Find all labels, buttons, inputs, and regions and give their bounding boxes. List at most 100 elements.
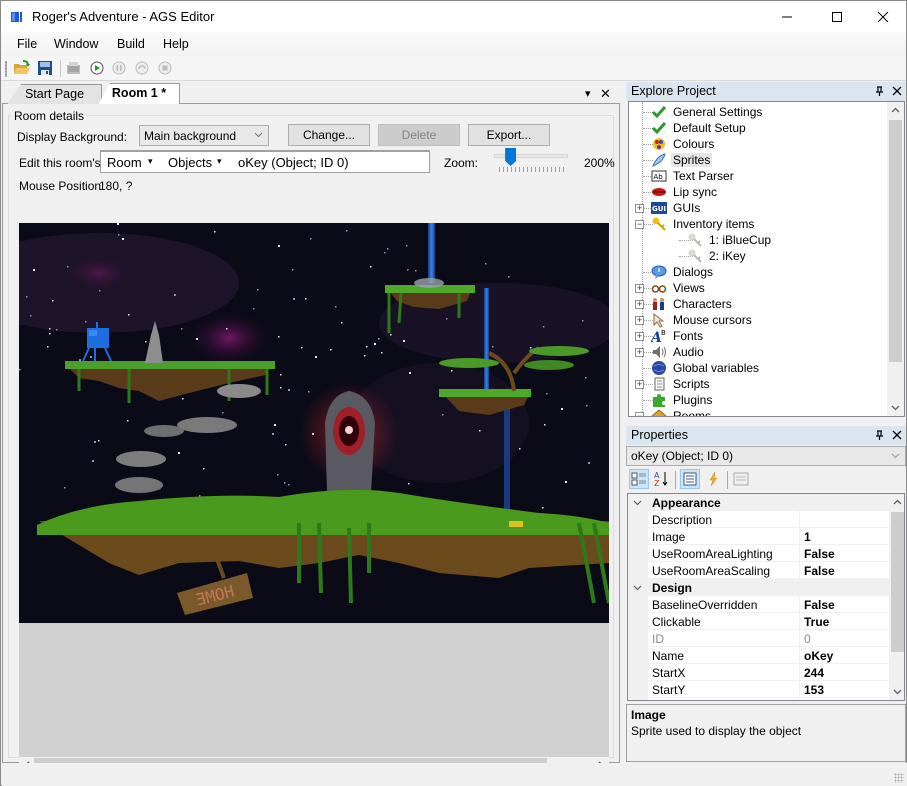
key-object-sprite[interactable] <box>509 521 523 527</box>
menu-build[interactable]: Build <box>117 37 145 51</box>
open-project-button[interactable] <box>12 59 32 77</box>
tree-item-lip-sync[interactable]: Lip sync <box>651 184 719 200</box>
property-row-startx[interactable]: StartX 244 <box>628 664 890 681</box>
zoom-slider-track[interactable] <box>494 154 568 158</box>
breadcrumb-objects[interactable]: Objects <box>168 155 212 170</box>
tree-item-default-setup[interactable]: Default Setup <box>651 120 748 136</box>
categorized-view-button[interactable] <box>629 469 649 489</box>
property-divider[interactable] <box>799 664 800 681</box>
property-value[interactable]: False <box>804 564 835 578</box>
property-value[interactable]: 244 <box>804 666 824 680</box>
expand-node-icon[interactable]: + <box>635 300 644 309</box>
tree-item-characters[interactable]: Characters <box>651 296 734 312</box>
tree-vertical-scrollbar[interactable] <box>887 102 904 416</box>
resize-grip[interactable] <box>894 773 904 783</box>
expand-node-icon[interactable]: + <box>635 348 644 357</box>
tree-item-2-ikey[interactable]: 2: iKey <box>687 248 748 264</box>
property-divider[interactable] <box>799 596 800 613</box>
minimize-button[interactable] <box>764 1 810 32</box>
object-selector-combo[interactable]: oKey (Object; ID 0) <box>626 446 906 466</box>
tree-item-rooms[interactable]: Rooms <box>651 408 713 416</box>
property-row-clickable[interactable]: Clickable True <box>628 613 890 630</box>
property-divider[interactable] <box>799 647 800 664</box>
property-value[interactable]: False <box>804 598 835 612</box>
tab-start-page[interactable]: Start Page <box>7 84 102 104</box>
property-row-name[interactable]: Name oKey <box>628 647 890 664</box>
breadcrumb-objects-dropdown-icon[interactable]: ▾ <box>217 156 222 167</box>
close-panel-icon[interactable] <box>892 86 902 96</box>
property-category-appearance[interactable]: Appearance <box>628 494 890 511</box>
room-canvas[interactable]: HOME <box>19 223 609 623</box>
save-button[interactable] <box>35 59 55 77</box>
tab-list-dropdown[interactable]: ▾ <box>585 87 591 100</box>
property-divider[interactable] <box>799 630 800 647</box>
tree-item-general-settings[interactable]: General Settings <box>651 104 764 120</box>
expand-node-icon[interactable]: + <box>635 316 644 325</box>
property-value[interactable]: True <box>804 615 829 629</box>
tree-item-audio[interactable]: Audio <box>651 344 706 360</box>
tree-item-plugins[interactable]: Plugins <box>651 392 714 408</box>
property-grid-scroll-thumb[interactable] <box>891 512 904 652</box>
tree-item-colours[interactable]: Colours <box>651 136 716 152</box>
display-background-combo[interactable]: Main background <box>139 125 269 146</box>
tree-item-scripts[interactable]: Scripts <box>651 376 712 392</box>
property-value[interactable]: False <box>804 547 835 561</box>
pin-icon[interactable] <box>874 86 884 97</box>
chevron-down-icon[interactable] <box>633 500 642 506</box>
close-document-button[interactable]: ✕ <box>600 86 611 102</box>
pin-icon[interactable] <box>874 430 884 441</box>
tree-item-guis[interactable]: GUI GUIs <box>651 200 702 216</box>
property-row-description[interactable]: Description <box>628 511 890 528</box>
export-button[interactable]: Export... <box>468 124 550 146</box>
property-row-starty[interactable]: StartY 153 <box>628 681 890 698</box>
property-value[interactable]: 153 <box>804 683 824 697</box>
expand-node-icon[interactable]: + <box>635 380 644 389</box>
alphabetical-view-button[interactable]: A Z <box>652 470 672 490</box>
property-divider[interactable] <box>799 545 800 562</box>
tree-item-text-parser[interactable]: Ab Text Parser <box>651 168 736 184</box>
toolbar-grip[interactable] <box>5 61 7 77</box>
tree-scroll-thumb[interactable] <box>889 120 902 362</box>
tree-item-1-ibluecup[interactable]: 1: iBlueCup <box>687 232 773 248</box>
close-window-button[interactable] <box>860 1 906 32</box>
property-row-image[interactable]: Image 1 <box>628 528 890 545</box>
collapse-node-icon[interactable]: − <box>635 220 644 229</box>
property-row-useroomareascaling[interactable]: UseRoomAreaScaling False <box>628 562 890 579</box>
property-divider[interactable] <box>799 681 800 698</box>
tree-item-sprites[interactable]: Sprites <box>651 152 713 168</box>
change-button[interactable]: Change... <box>288 124 370 146</box>
menu-window[interactable]: Window <box>54 37 98 51</box>
property-value[interactable]: 1 <box>804 530 811 544</box>
collapse-node-icon[interactable]: − <box>635 412 644 416</box>
properties-view-button[interactable] <box>680 469 700 489</box>
build-exe-button[interactable] <box>64 59 84 77</box>
property-row-useroomarealighting[interactable]: UseRoomAreaLighting False <box>628 545 890 562</box>
chevron-down-icon[interactable] <box>633 585 642 591</box>
expand-node-icon[interactable]: + <box>635 332 644 341</box>
scroll-down-icon[interactable] <box>893 689 902 695</box>
close-panel-icon[interactable] <box>892 430 902 440</box>
menu-help[interactable]: Help <box>163 37 189 51</box>
scroll-up-icon[interactable] <box>893 499 902 505</box>
property-grid-vertical-scrollbar[interactable] <box>889 494 904 700</box>
expand-node-icon[interactable]: + <box>635 284 644 293</box>
property-row-baselineoverridden[interactable]: BaselineOverridden False <box>628 596 890 613</box>
property-value[interactable]: oKey <box>804 649 833 663</box>
property-category-design[interactable]: Design <box>628 579 890 596</box>
tree-item-views[interactable]: Views <box>651 280 707 296</box>
breadcrumb-selected-object[interactable]: oKey (Object; ID 0) <box>238 155 349 170</box>
tree-item-mouse-cursors[interactable]: Mouse cursors <box>651 312 754 328</box>
tree-item-inventory-items[interactable]: Inventory items <box>651 216 756 232</box>
expand-node-icon[interactable]: + <box>635 204 644 213</box>
breadcrumb-room[interactable]: Room <box>107 155 142 170</box>
run-button[interactable] <box>87 59 107 77</box>
tree-item-fonts[interactable]: A B Fonts <box>651 328 705 344</box>
property-divider[interactable] <box>799 613 800 630</box>
maximize-button[interactable] <box>814 1 860 32</box>
breadcrumb-room-dropdown-icon[interactable]: ▾ <box>148 156 153 167</box>
property-row-id[interactable]: ID 0 <box>628 630 890 647</box>
tab-room-1[interactable]: Room 1 * <box>98 83 180 105</box>
scroll-up-icon[interactable] <box>891 107 900 113</box>
menu-file[interactable]: File <box>17 37 37 51</box>
tree-item-global-variables[interactable]: Global variables <box>651 360 761 376</box>
